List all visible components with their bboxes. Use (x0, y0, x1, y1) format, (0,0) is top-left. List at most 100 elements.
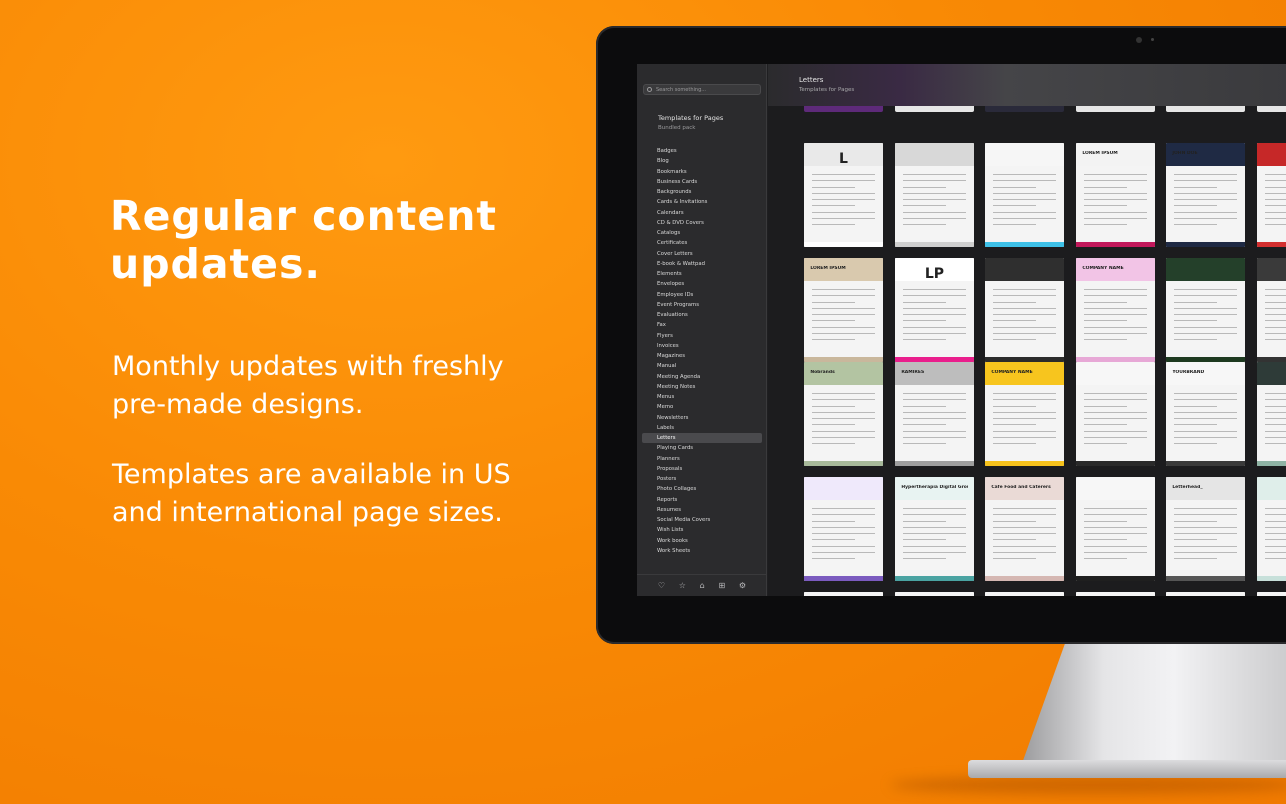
template-card-peek[interactable] (985, 106, 1064, 112)
sidebar-item-reports[interactable]: Reports (642, 495, 762, 505)
sidebar-item-badges[interactable]: Badges (642, 146, 762, 156)
sidebar-item-event-programs[interactable]: Event Programs (642, 300, 762, 310)
sidebar-item-newsletters[interactable]: Newsletters (642, 413, 762, 423)
template-card[interactable]: COMPANY NAME (1076, 258, 1155, 362)
sidebar-item-social-media-covers[interactable]: Social Media Covers (642, 515, 762, 525)
sidebar-item-letters[interactable]: Letters (642, 433, 762, 444)
template-card[interactable] (1166, 592, 1245, 596)
template-card-accent (985, 575, 1064, 581)
sidebar-item-proposals[interactable]: Proposals (642, 464, 762, 474)
sidebar-item-flyers[interactable]: Flyers (642, 331, 762, 341)
template-card[interactable]: JOHN DOE (1166, 143, 1245, 247)
sidebar-item-photo-collages[interactable]: Photo Collages (642, 484, 762, 494)
template-text-line (811, 180, 876, 182)
template-card[interactable] (1257, 258, 1286, 362)
template-card[interactable]: Cafe Food and Caterers (985, 477, 1064, 581)
sidebar-item-playing-cards[interactable]: Playing Cards (642, 443, 762, 453)
template-text-line (1083, 174, 1148, 176)
sidebar-item-bookmarks[interactable]: Bookmarks (642, 167, 762, 177)
template-card[interactable] (985, 143, 1064, 247)
template-card-accent (895, 241, 974, 247)
sidebar-item-fax[interactable]: Fax (642, 320, 762, 330)
star-icon[interactable]: ☆ (679, 581, 686, 590)
sidebar-item-blog[interactable]: Blog (642, 156, 762, 166)
template-card-peek[interactable] (1257, 106, 1286, 112)
template-card-peek[interactable] (1076, 106, 1155, 112)
gear-icon[interactable]: ⚙ (739, 581, 746, 590)
template-card[interactable]: LP (895, 258, 974, 362)
template-text-line (1173, 533, 1238, 535)
sidebar-item-manual[interactable]: Manual (642, 361, 762, 371)
sidebar-item-backgrounds[interactable]: Backgrounds (642, 187, 762, 197)
sidebar-item-catalogs[interactable]: Catalogs (642, 228, 762, 238)
sidebar-item-employee-ids[interactable]: Employee IDs (642, 290, 762, 300)
sidebar-item-meeting-notes[interactable]: Meeting Notes (642, 382, 762, 392)
download-icon[interactable]: ⊞ (718, 581, 725, 590)
template-card[interactable] (985, 258, 1064, 362)
sidebar-item-posters[interactable]: Posters (642, 474, 762, 484)
heart-icon[interactable]: ♡ (658, 581, 665, 590)
sidebar-item-invoices[interactable]: Invoices (642, 341, 762, 351)
template-card[interactable] (1076, 477, 1155, 581)
sidebar-item-meeting-agenda[interactable]: Meeting Agenda (642, 372, 762, 382)
pack-title[interactable]: Templates for Pages (658, 114, 723, 122)
template-text-line (811, 424, 856, 426)
template-card[interactable] (804, 477, 883, 581)
sidebar-item-magazines[interactable]: Magazines (642, 351, 762, 361)
template-card[interactable] (1076, 362, 1155, 466)
template-card[interactable] (1166, 258, 1245, 362)
template-card-peek[interactable] (1166, 106, 1245, 112)
template-card[interactable]: Merry Christmas (1257, 592, 1286, 596)
tag-icon[interactable]: ⌂ (700, 581, 705, 590)
template-card[interactable]: COMPANY NAME (985, 362, 1064, 466)
template-text-line (811, 217, 876, 219)
template-card[interactable] (1257, 362, 1286, 466)
sidebar-item-elements[interactable]: Elements (642, 269, 762, 279)
template-card-peek[interactable] (804, 106, 883, 112)
template-card[interactable]: Letterhead_ (1166, 477, 1245, 581)
template-card[interactable]: L (804, 143, 883, 247)
sidebar-item-evaluations[interactable]: Evaluations (642, 310, 762, 320)
sidebar-item-labels[interactable]: Labels (642, 423, 762, 433)
app-window: Search something... Templates for Pages … (637, 64, 1286, 596)
template-card-header (1257, 477, 1286, 500)
template-text-line (902, 289, 967, 291)
sidebar-item-wish-lists[interactable]: Wish Lists (642, 525, 762, 535)
sidebar-item-resumes[interactable]: Resumes (642, 505, 762, 515)
template-card[interactable] (1257, 477, 1286, 581)
template-card[interactable]: LOREM IPSUM (1076, 143, 1155, 247)
template-card[interactable]: Hypertherapia Digital Group, Inc. (895, 477, 974, 581)
template-card[interactable]: RAMIRES (895, 362, 974, 466)
sidebar-item-cards-invitations[interactable]: Cards & Invitations (642, 197, 762, 207)
search-input[interactable]: Search something... (643, 84, 761, 95)
template-card[interactable] (985, 592, 1064, 596)
template-card[interactable] (1076, 592, 1155, 596)
template-card[interactable] (895, 143, 974, 247)
template-card[interactable] (1257, 143, 1286, 247)
sidebar-item-cover-letters[interactable]: Cover Letters (642, 249, 762, 259)
sidebar-item-e-book-wattpad[interactable]: E-book & Wattpad (642, 259, 762, 269)
sidebar-item-work-books[interactable]: Work books (642, 536, 762, 546)
template-card-header (985, 143, 1064, 166)
template-card[interactable]: YOURBRAND (1166, 362, 1245, 466)
sidebar-item-planners[interactable]: Planners (642, 454, 762, 464)
template-text-line (992, 405, 1037, 407)
sidebar-item-envelopes[interactable]: Envelopes (642, 279, 762, 289)
sidebar-item-memo[interactable]: Memo (642, 402, 762, 412)
sidebar-item-work-sheets[interactable]: Work Sheets (642, 546, 762, 556)
template-card[interactable] (895, 592, 974, 596)
template-card[interactable]: LOREM IPSUM (804, 258, 883, 362)
sidebar-item-calendars[interactable]: Calendars (642, 208, 762, 218)
promo-paragraph-updates: Monthly updates with freshly pre-made de… (112, 351, 504, 420)
template-card[interactable] (804, 592, 883, 596)
template-card[interactable]: Nobrands (804, 362, 883, 466)
sidebar-item-business-cards[interactable]: Business Cards (642, 177, 762, 187)
template-text-line (811, 411, 876, 413)
template-card-label: LOREM IPSUM (810, 266, 846, 272)
sidebar-item-menus[interactable]: Menus (642, 392, 762, 402)
template-text-line (811, 314, 876, 316)
sidebar-item-certificates[interactable]: Certificates (642, 238, 762, 248)
sidebar-item-cd-dvd-covers[interactable]: CD & DVD Covers (642, 218, 762, 228)
template-card-peek[interactable] (895, 106, 974, 112)
template-text-line (902, 186, 947, 188)
